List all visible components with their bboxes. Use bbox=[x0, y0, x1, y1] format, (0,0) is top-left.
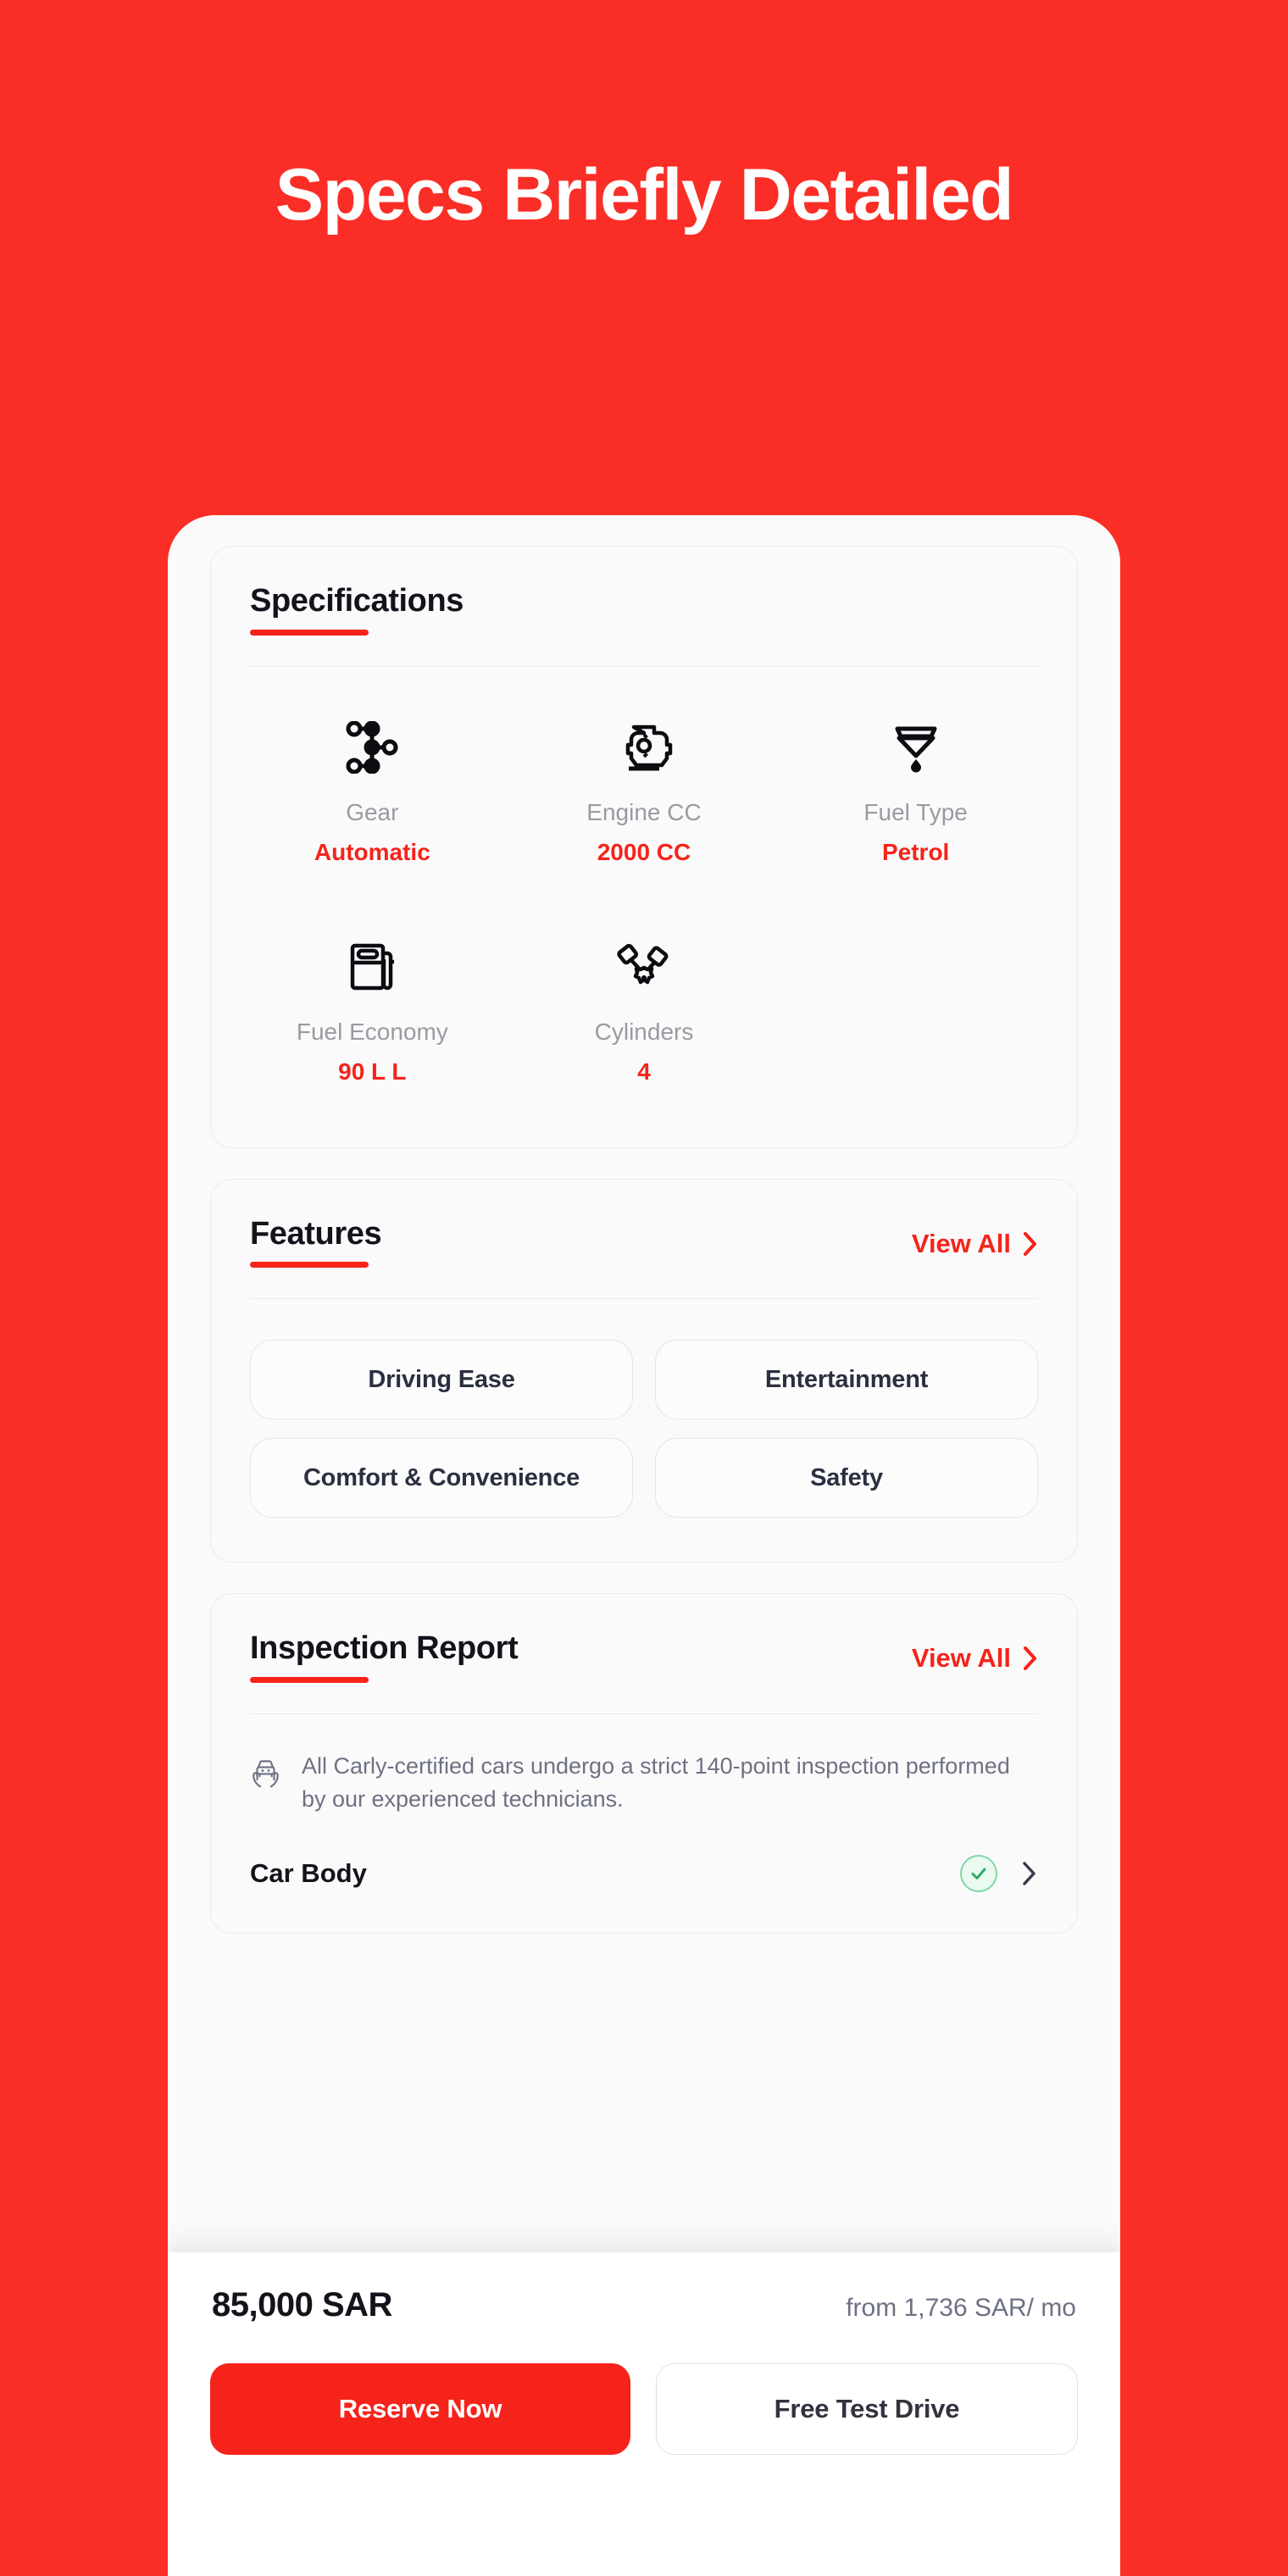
chevron-right-icon bbox=[1023, 1862, 1035, 1886]
financing-value: from 1,736 SAR/ mo bbox=[846, 2294, 1076, 2322]
spec-value: 90 L L bbox=[338, 1058, 407, 1085]
spec-label: Gear bbox=[346, 798, 399, 825]
price-value: 85,000 SAR bbox=[212, 2286, 392, 2323]
price-row: 85,000 SAR from 1,736 SAR/ mo bbox=[210, 2286, 1078, 2324]
car-in-hands-icon bbox=[253, 1760, 279, 1788]
hero-section: Specs Briefly Detailed bbox=[0, 0, 1288, 233]
feature-chip[interactable]: Entertainment bbox=[655, 1340, 1038, 1420]
spec-item-fuel-economy: Fuel Economy 90 L L bbox=[236, 934, 508, 1087]
inspection-row-label: Car Body bbox=[250, 1858, 367, 1889]
spec-value: Petrol bbox=[881, 838, 950, 865]
specifications-title: Specifications bbox=[250, 583, 464, 619]
spec-value: 2000 CC bbox=[597, 838, 691, 865]
inspection-header: Inspection Report View All bbox=[211, 1594, 1077, 1684]
feature-chip[interactable]: Driving Ease bbox=[250, 1340, 633, 1420]
bottom-action-bar: 85,000 SAR from 1,736 SAR/ mo Reserve No… bbox=[168, 2252, 1120, 2576]
spec-value: Automatic bbox=[314, 838, 430, 865]
title-underline bbox=[250, 1677, 369, 1684]
specifications-grid: Gear Automatic Engine CC 2000 CC Fuel Ty… bbox=[211, 667, 1077, 1147]
chevron-right-icon bbox=[1024, 1231, 1036, 1256]
inspection-title: Inspection Report bbox=[250, 1630, 519, 1667]
features-title: Features bbox=[250, 1215, 382, 1252]
phone-mockup: Specifications Gear Automatic Engine CC … bbox=[168, 515, 1120, 2576]
reserve-now-button[interactable]: Reserve Now bbox=[210, 2363, 630, 2455]
chevron-right-icon bbox=[1024, 1646, 1036, 1671]
inspection-note-text: All Carly-certified cars undergo a stric… bbox=[301, 1753, 1010, 1813]
spec-item-fuel-type: Fuel Type Petrol bbox=[780, 714, 1052, 868]
inspection-row-status bbox=[960, 1855, 1038, 1893]
inspection-note: All Carly-certified cars undergo a stric… bbox=[211, 1714, 1077, 1816]
fuel-type-icon bbox=[887, 714, 945, 780]
spec-item-gear: Gear Automatic bbox=[236, 714, 508, 868]
feature-chip[interactable]: Safety bbox=[655, 1438, 1038, 1518]
free-test-drive-button[interactable]: Free Test Drive bbox=[656, 2363, 1078, 2455]
inspection-view-all-link[interactable]: View All bbox=[912, 1631, 1038, 1674]
features-card: Features View All Driving Ease Entertain… bbox=[210, 1178, 1078, 1563]
page-title: Specs Briefly Detailed bbox=[275, 154, 1014, 236]
feature-chip[interactable]: Comfort & Convenience bbox=[250, 1438, 633, 1518]
page-root: Specs Briefly Detailed Specifications Ge… bbox=[0, 0, 1288, 2576]
fuel-pump-icon bbox=[346, 934, 398, 1000]
spec-label: Engine CC bbox=[586, 798, 702, 825]
spec-item-cylinders: Cylinders 4 bbox=[508, 934, 780, 1087]
action-button-row: Reserve Now Free Test Drive bbox=[210, 2363, 1078, 2455]
view-all-label: View All bbox=[911, 1643, 1011, 1674]
check-circle-icon bbox=[960, 1855, 997, 1893]
phone-scroll-area[interactable]: Specifications Gear Automatic Engine CC … bbox=[168, 515, 1120, 2252]
spec-label: Fuel Economy bbox=[296, 1019, 448, 1046]
spec-value: 4 bbox=[637, 1058, 651, 1085]
spec-label: Cylinders bbox=[594, 1019, 694, 1046]
spec-item-engine-cc: Engine CC 2000 CC bbox=[508, 714, 780, 868]
features-view-all-link[interactable]: View All bbox=[912, 1217, 1038, 1259]
features-chip-list: Driving Ease Entertainment Comfort & Con… bbox=[211, 1299, 1077, 1562]
title-underline bbox=[250, 1262, 369, 1269]
title-underline bbox=[250, 629, 369, 636]
features-header: Features View All bbox=[211, 1180, 1077, 1269]
inspection-row-car-body[interactable]: Car Body bbox=[211, 1816, 1077, 1933]
specifications-card: Specifications Gear Automatic Engine CC … bbox=[210, 546, 1078, 1148]
engine-icon bbox=[615, 714, 673, 780]
inspection-report-card: Inspection Report View All All Carly-cer… bbox=[210, 1593, 1078, 1935]
specifications-header: Specifications bbox=[211, 547, 1077, 636]
view-all-label: View All bbox=[911, 1228, 1011, 1258]
spec-label: Fuel Type bbox=[863, 798, 968, 825]
gear-shift-icon bbox=[345, 714, 399, 780]
pistons-icon bbox=[616, 934, 672, 1000]
